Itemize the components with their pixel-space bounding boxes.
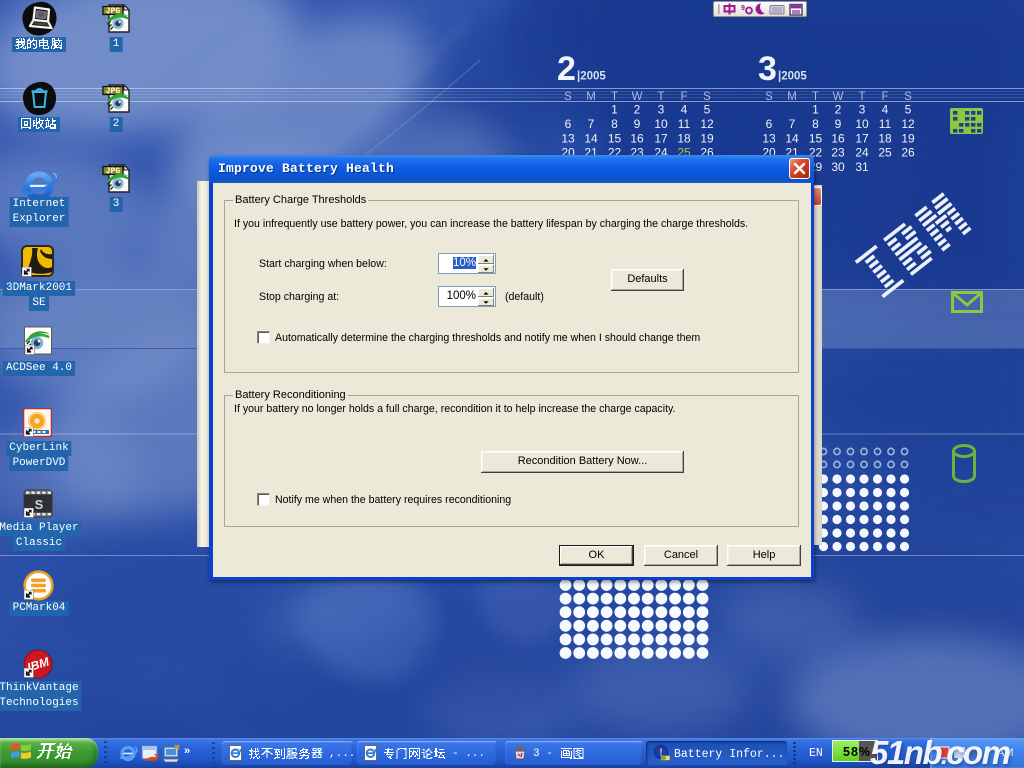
svg-text:24: 24 (855, 146, 869, 160)
svg-text:2: 2 (557, 50, 576, 88)
svg-text:W: W (632, 91, 643, 103)
svg-text:8: 8 (611, 117, 618, 131)
svg-text:»: » (184, 745, 190, 757)
svg-text:18: 18 (677, 131, 691, 145)
svg-text:12: 12 (700, 117, 714, 131)
svg-text:15: 15 (608, 131, 622, 145)
svg-text:12: 12 (901, 117, 915, 131)
svg-text:S: S (904, 91, 912, 103)
svg-text:T: T (657, 91, 664, 103)
svg-text:S: S (35, 497, 44, 512)
svg-text:W: W (833, 91, 844, 103)
svg-text:6: 6 (565, 117, 572, 131)
svg-text:14: 14 (785, 131, 799, 145)
svg-text:1: 1 (611, 103, 618, 117)
svg-text:3: 3 (859, 103, 866, 117)
svg-text:25: 25 (878, 146, 892, 160)
svg-text:T: T (611, 91, 618, 103)
svg-text:S: S (765, 91, 773, 103)
svg-text:13: 13 (762, 131, 776, 145)
svg-text:17: 17 (855, 131, 869, 145)
svg-text:M: M (586, 91, 596, 103)
svg-text:15: 15 (809, 131, 823, 145)
svg-text:26: 26 (901, 146, 915, 160)
svg-text:10: 10 (654, 117, 668, 131)
svg-text:4: 4 (681, 103, 688, 117)
svg-text:S: S (703, 91, 711, 103)
svg-text:13: 13 (561, 131, 575, 145)
svg-text:3: 3 (658, 103, 665, 117)
svg-text:10: 10 (855, 117, 869, 131)
svg-text:16: 16 (831, 131, 845, 145)
svg-text:19: 19 (700, 131, 714, 145)
svg-text:3: 3 (758, 50, 777, 88)
svg-text:6: 6 (766, 117, 773, 131)
svg-text:|2005: |2005 (778, 71, 807, 83)
svg-text:T: T (858, 91, 865, 103)
svg-text:30: 30 (831, 160, 845, 174)
svg-text:7: 7 (789, 117, 796, 131)
svg-text:11: 11 (678, 117, 691, 131)
svg-text:2: 2 (835, 103, 842, 117)
svg-text:|2005: |2005 (577, 71, 606, 83)
svg-text:5: 5 (905, 103, 912, 117)
svg-text:23: 23 (831, 146, 845, 160)
svg-text:S: S (564, 91, 572, 103)
svg-text:14: 14 (584, 131, 598, 145)
svg-text:9: 9 (741, 5, 745, 12)
svg-text:5: 5 (704, 103, 711, 117)
svg-text:F: F (680, 91, 687, 103)
svg-text:17: 17 (654, 131, 668, 145)
svg-text:7: 7 (588, 117, 595, 131)
svg-text:2: 2 (634, 103, 641, 117)
svg-text:11: 11 (879, 117, 892, 131)
svg-text:T: T (812, 91, 819, 103)
svg-text:1: 1 (812, 103, 819, 117)
svg-text:31: 31 (855, 160, 869, 174)
svg-text:19: 19 (901, 131, 915, 145)
svg-text:9: 9 (634, 117, 641, 131)
svg-text:18: 18 (878, 131, 892, 145)
svg-text:4: 4 (882, 103, 889, 117)
svg-text:9: 9 (835, 117, 842, 131)
svg-text:M: M (787, 91, 797, 103)
svg-text:16: 16 (630, 131, 644, 145)
svg-text:8: 8 (812, 117, 819, 131)
svg-text:F: F (881, 91, 888, 103)
